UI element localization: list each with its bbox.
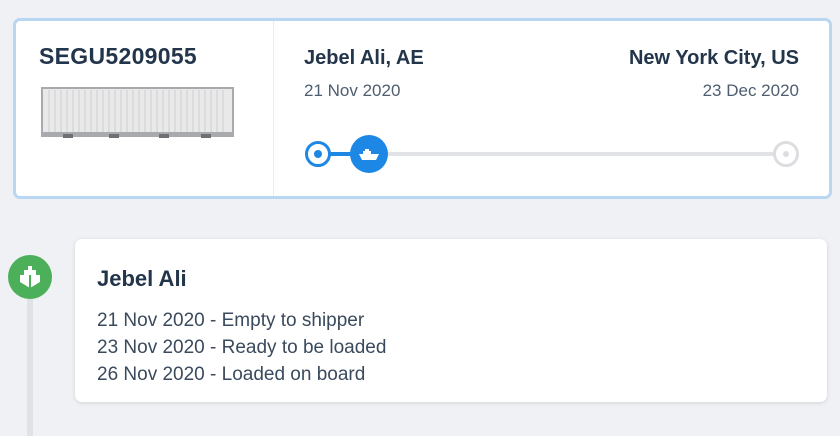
event-item: 23 Nov 2020 - Ready to be loaded	[97, 337, 387, 358]
origin-port: Jebel Ali, AE	[304, 47, 424, 69]
event-item: 21 Nov 2020 - Empty to shipper	[97, 310, 365, 331]
progress-track	[304, 135, 799, 173]
origin-date: 21 Nov 2020	[304, 81, 401, 100]
destination-date: 23 Dec 2020	[702, 81, 799, 100]
container-id: SEGU5209055	[39, 43, 198, 69]
origin-node-icon	[305, 141, 331, 167]
event-card: Jebel Ali 21 Nov 2020 - Empty to shipper…	[75, 239, 827, 402]
ship-icon	[350, 135, 389, 173]
destination-node-icon	[773, 141, 799, 167]
event-list: 21 Nov 2020 - Empty to shipper 23 Nov 20…	[97, 307, 386, 388]
route-panel: Jebel Ali, AE 21 Nov 2020 New York City,…	[304, 43, 799, 173]
shipping-container-image	[41, 87, 234, 144]
destination-port: New York City, US	[628, 47, 799, 69]
container-panel: SEGU5209055	[16, 21, 274, 196]
vessel-icon	[8, 255, 52, 299]
event-item: 26 Nov 2020 - Loaded on board	[97, 364, 366, 385]
shipment-card[interactable]: SEGU5209055 Jebel Ali, AE 21 Nov 2020 Ne…	[13, 18, 832, 199]
progress-track-bar	[318, 152, 785, 156]
event-location: Jebel Ali	[97, 266, 187, 291]
timeline-line	[27, 296, 33, 436]
